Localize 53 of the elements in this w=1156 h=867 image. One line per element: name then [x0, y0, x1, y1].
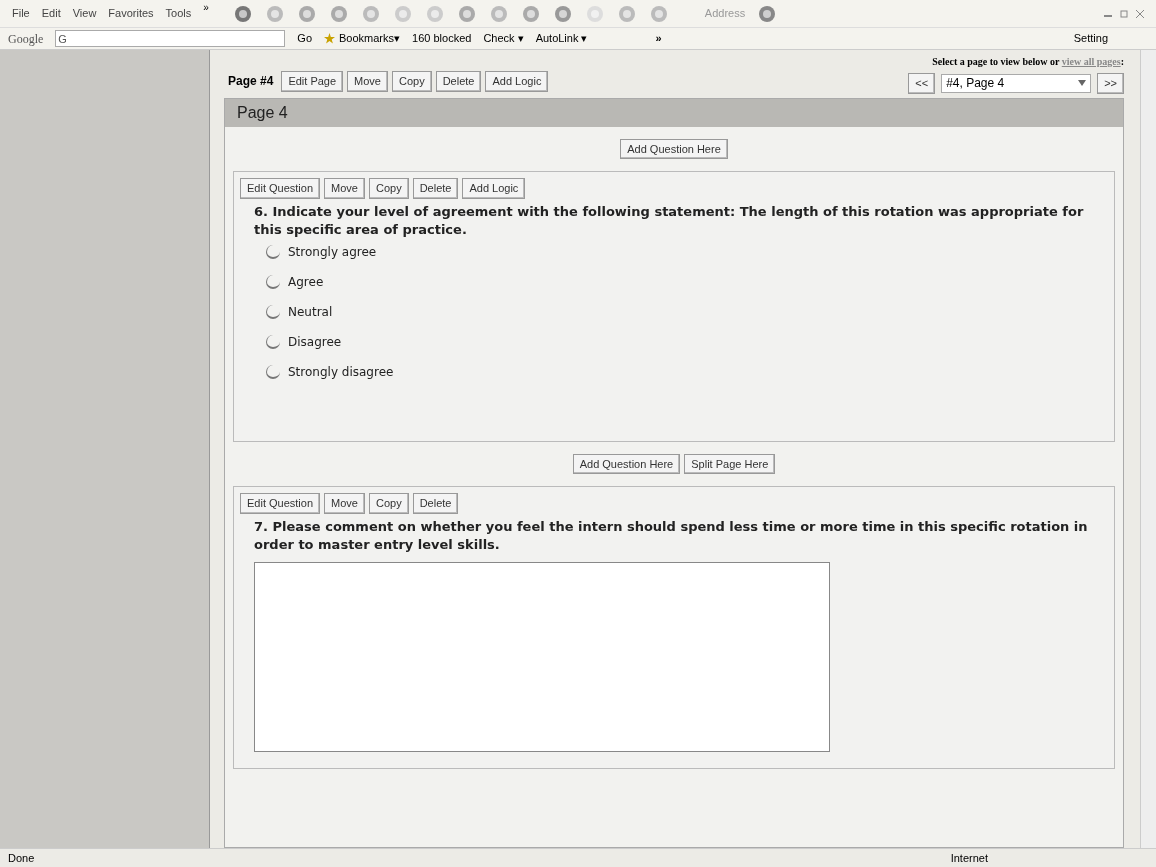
action-button[interactable]: Edit Question	[240, 178, 321, 199]
action-button[interactable]: Move	[324, 178, 365, 199]
action-button[interactable]: Edit Question	[240, 493, 321, 514]
action-button[interactable]: Edit Page	[281, 71, 344, 92]
action-button[interactable]: Delete	[412, 178, 459, 199]
overflow-chevron[interactable]: »	[203, 0, 209, 15]
overflow-chevron[interactable]: »	[655, 30, 662, 47]
comment-field[interactable]	[254, 561, 830, 752]
action-button[interactable]: Move	[324, 493, 365, 514]
zone-label: Internet	[950, 850, 988, 866]
popup-blocker-button[interactable]: 160 blocked	[412, 30, 472, 47]
action-button[interactable]: Add Logic	[462, 178, 526, 199]
action-button[interactable]: Copy	[368, 493, 409, 514]
close-icon[interactable]	[1136, 9, 1144, 18]
address-label: Address	[704, 6, 746, 22]
action-button[interactable]: Move	[347, 71, 388, 92]
scrollbar[interactable]	[1140, 50, 1156, 848]
action-button[interactable]: Delete	[412, 493, 459, 514]
option-label: Agree	[288, 273, 324, 291]
action-button[interactable]: >>	[1097, 73, 1124, 94]
caret-icon	[1078, 80, 1087, 87]
action-button[interactable]: <<	[908, 73, 936, 94]
page-title: Page 4	[237, 102, 288, 123]
menu-item[interactable]: Tools	[165, 5, 192, 22]
google-brand: Google	[8, 30, 44, 48]
page-select[interactable]: #4, Page 4	[941, 73, 1092, 93]
restore-icon[interactable]	[1120, 9, 1128, 18]
option-label: Disagree	[288, 333, 342, 351]
option-label: Strongly disagree	[288, 363, 394, 381]
page-number-label: Page #4	[228, 73, 274, 91]
bookmarks-button[interactable]: Bookmarks▾	[339, 30, 401, 47]
settings-button[interactable]: Setting	[1073, 30, 1148, 47]
google-search-field[interactable]: G	[55, 30, 286, 47]
page-select-hint: Select a page to view below or view all pages:	[932, 55, 1124, 69]
menu-item[interactable]: File	[12, 5, 30, 22]
autolink-button[interactable]: AutoLink ▾	[535, 30, 588, 47]
question-text: 6. Indicate your level of agreement with the following statement: The length of this rotation was appropriate for this specific area of practice.	[254, 202, 1085, 239]
option-label: Strongly agree	[288, 243, 377, 261]
menu-item[interactable]: Edit	[41, 5, 61, 22]
menu-item[interactable]: Favorites	[108, 5, 154, 22]
status-text: Done	[8, 850, 35, 866]
action-button[interactable]: Add Question Here	[620, 138, 728, 159]
action-button[interactable]: Add Question Here	[572, 453, 681, 474]
action-button[interactable]: Copy	[392, 71, 432, 92]
question-text: 7. Please comment on whether you feel the intern should spend less time or more time in this specific rotation in order to master entry level skills.	[254, 517, 1089, 554]
option-label: Neutral	[288, 303, 333, 321]
action-button[interactable]: Copy	[368, 178, 409, 199]
action-button[interactable]: Delete	[435, 71, 482, 92]
menu-item[interactable]: View	[72, 5, 97, 22]
action-button[interactable]: Split Page Here	[684, 453, 776, 474]
action-button[interactable]: Add Logic	[485, 71, 549, 92]
go-button[interactable]: Go	[297, 30, 312, 47]
check-button[interactable]: Check ▾	[483, 30, 524, 47]
